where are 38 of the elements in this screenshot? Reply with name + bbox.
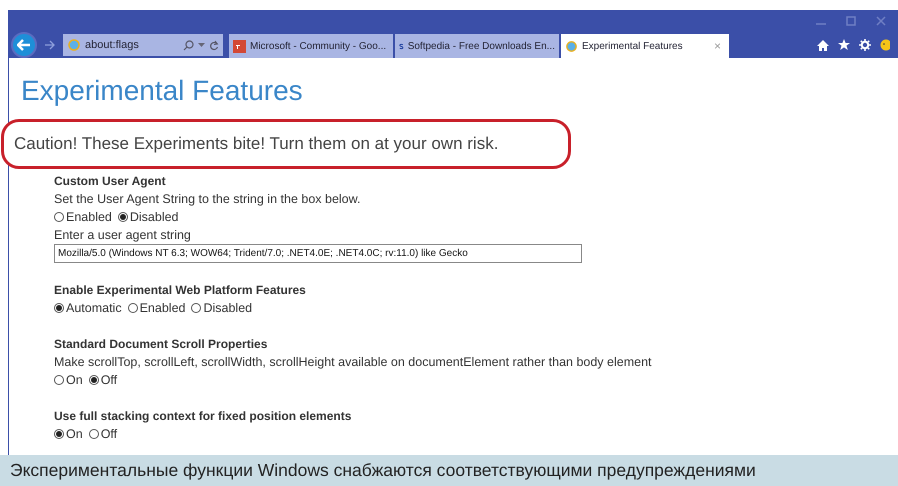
section-heading: Standard Document Scroll Properties [54, 336, 268, 353]
radio-option[interactable]: Automatic [54, 299, 122, 317]
field-label: Enter a user agent string [54, 227, 192, 244]
maximize-icon[interactable] [846, 16, 856, 26]
globe-icon [67, 38, 81, 52]
radio-option[interactable]: Disabled [118, 208, 179, 226]
section-heading: Custom User Agent [54, 173, 167, 190]
caption-text: Экспериментальные функции Windows снабжаются соответствующими предупреждениями [0, 455, 898, 486]
home-icon[interactable] [817, 40, 829, 50]
page-title: Experimental Features [21, 74, 304, 108]
section-description: Set the User Agent String to the string in the box below. [54, 191, 362, 208]
radio-option[interactable]: Off [88, 425, 118, 443]
globe-icon [565, 40, 578, 52]
radio-option[interactable]: Off [88, 371, 118, 389]
radio-option[interactable]: On [54, 425, 83, 443]
radio-option[interactable]: Disabled [191, 299, 252, 317]
address-text: about:flags [85, 38, 140, 53]
forward-icon[interactable] [44, 40, 56, 50]
dropdown-caret-icon[interactable] [198, 42, 205, 48]
browser-tab[interactable]: Softpedia - Free Downloads En... [395, 34, 559, 58]
close-icon[interactable] [876, 16, 886, 26]
back-button[interactable] [11, 32, 37, 58]
search-icon[interactable] [183, 40, 194, 50]
address-bar[interactable]: about:flags [63, 34, 223, 56]
radio-option[interactable]: Enabled [54, 208, 112, 226]
section-heading: Use full stacking context for fixed position elements [54, 408, 352, 425]
browser-tab[interactable]: Experimental Features × [561, 34, 729, 58]
user-agent-field[interactable]: Mozilla/5.0 (Windows NT 6.3; WOW64; Trident/7.0; .NET4.0E; .NET4.0C; rv:11.0) like Gecko [54, 244, 582, 263]
refresh-icon[interactable] [209, 40, 219, 50]
section-description: Make scrollTop, scrollLeft, scrollWidth, scrollHeight available on documentElement rather than body element [54, 354, 653, 371]
browser-tab[interactable]: Microsoft - Community - Goo... [229, 34, 393, 58]
section-heading: Enable Experimental Web Platform Features [54, 282, 307, 299]
star-icon[interactable] [838, 39, 850, 51]
settings-icon[interactable] [859, 39, 871, 51]
radio-option[interactable]: Enabled [128, 299, 186, 317]
back-arrow-icon [17, 39, 31, 51]
radio-option[interactable]: On [54, 371, 83, 389]
caution-callout: Caution! These Experiments bite! Turn them on at your own risk. [1, 119, 571, 169]
